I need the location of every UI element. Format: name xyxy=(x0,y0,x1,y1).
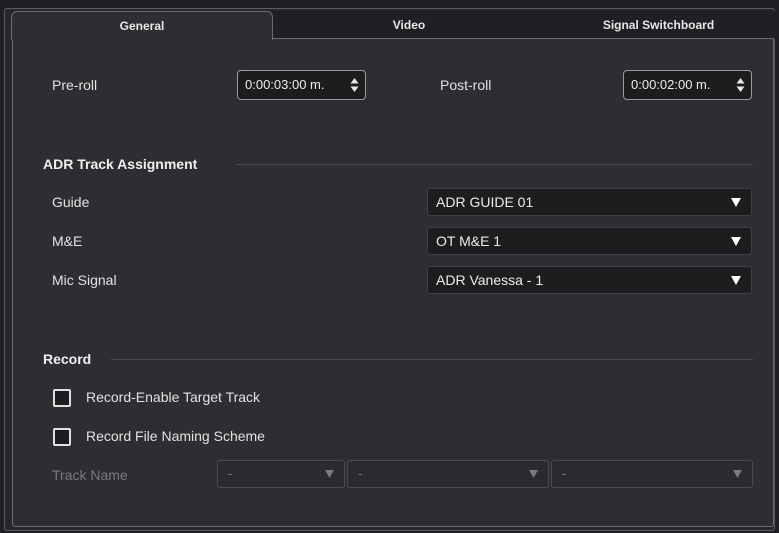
me-select-value: OT M&E 1 xyxy=(436,233,502,249)
postroll-label: Post-roll xyxy=(440,77,492,93)
tab-video[interactable]: Video xyxy=(279,11,539,39)
up-down-arrows-icon[interactable] xyxy=(736,77,745,93)
triangle-down-icon xyxy=(529,470,538,478)
record-enable-target-label[interactable]: Record-Enable Target Track xyxy=(86,389,260,405)
adr-section-title: ADR Track Assignment xyxy=(43,156,198,172)
triangle-down-icon xyxy=(731,276,741,285)
triangle-down-icon xyxy=(731,237,741,246)
naming-field-1[interactable]: - xyxy=(217,460,345,488)
triangle-down-icon xyxy=(731,198,741,207)
record-section-divider xyxy=(111,359,753,360)
guide-select[interactable]: ADR GUIDE 01 xyxy=(427,188,752,216)
triangle-down-icon xyxy=(733,470,742,478)
preroll-field[interactable]: 0:00:03:00 m. xyxy=(237,70,366,100)
triangle-down-icon xyxy=(325,470,334,478)
naming-field-2[interactable]: - xyxy=(347,460,549,488)
adr-section-divider xyxy=(236,164,753,165)
preroll-label: Pre-roll xyxy=(52,77,98,93)
naming-field-1-value: - xyxy=(228,466,233,481)
record-section-title: Record xyxy=(43,351,92,367)
naming-field-2-value: - xyxy=(358,466,363,481)
mic-signal-select[interactable]: ADR Vanessa - 1 xyxy=(427,266,752,294)
track-name-label: Track Name xyxy=(52,467,128,483)
naming-field-3-value: - xyxy=(562,466,567,481)
guide-label: Guide xyxy=(52,194,90,210)
record-enable-target-checkbox[interactable] xyxy=(53,389,71,407)
me-select[interactable]: OT M&E 1 xyxy=(427,227,752,255)
preroll-value: 0:00:03:00 m. xyxy=(245,77,325,92)
mic-signal-label: Mic Signal xyxy=(52,272,117,288)
naming-field-3[interactable]: - xyxy=(551,460,753,488)
up-down-arrows-icon[interactable] xyxy=(350,77,359,93)
guide-select-value: ADR GUIDE 01 xyxy=(436,194,534,210)
tab-signal-switchboard[interactable]: Signal Switchboard xyxy=(539,11,778,39)
tab-bar: General Video Signal Switchboard xyxy=(11,11,778,40)
record-file-naming-checkbox[interactable] xyxy=(53,428,71,446)
record-file-naming-label[interactable]: Record File Naming Scheme xyxy=(86,428,265,444)
tab-general[interactable]: General xyxy=(11,11,273,40)
mic-signal-select-value: ADR Vanessa - 1 xyxy=(436,272,544,288)
me-label: M&E xyxy=(52,233,83,249)
postroll-value: 0:00:02:00 m. xyxy=(631,77,711,92)
postroll-field[interactable]: 0:00:02:00 m. xyxy=(623,70,752,100)
